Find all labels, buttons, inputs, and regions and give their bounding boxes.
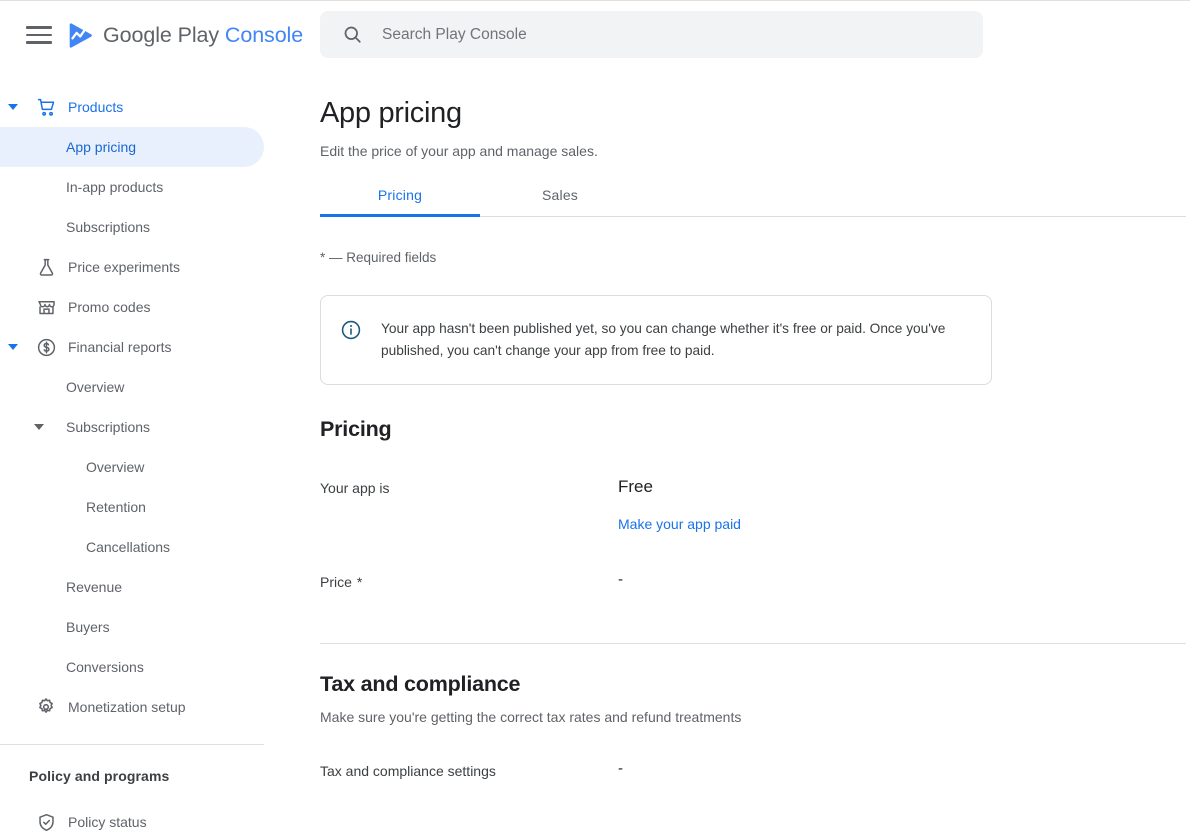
info-circle-icon bbox=[341, 320, 361, 340]
sidebar-item-buyers[interactable]: Buyers bbox=[0, 607, 296, 647]
field-label-tax-settings: Tax and compliance settings bbox=[320, 763, 496, 779]
sidebar-item-label: Subscriptions bbox=[66, 219, 151, 235]
sidebar-item-products[interactable]: Products bbox=[0, 87, 296, 127]
brand-logo-link[interactable]: Google Play Console bbox=[68, 22, 303, 48]
app-root: Google Play Console Products App pricing… bbox=[0, 1, 1190, 837]
sidebar-item-label: App pricing bbox=[66, 139, 137, 155]
chevron-down-icon[interactable] bbox=[26, 424, 52, 430]
tax-settings-value: - bbox=[618, 760, 623, 777]
search-bar[interactable] bbox=[320, 11, 983, 58]
field-value-your-app-is: Free Make your app paid bbox=[618, 477, 741, 532]
search-icon bbox=[344, 26, 361, 43]
sidebar-item-label: Monetization setup bbox=[68, 699, 186, 715]
field-tax-compliance-settings: Tax and compliance settings - bbox=[320, 760, 1190, 779]
sidebar-nav: Products App pricing In-app products Sub… bbox=[0, 69, 296, 837]
page-title: App pricing bbox=[320, 97, 462, 129]
brand-bar: Google Play Console bbox=[0, 1, 303, 69]
sidebar-item-promo-codes[interactable]: Promo codes bbox=[0, 287, 296, 327]
storefront-icon bbox=[26, 297, 66, 318]
required-fields-note: * — Required fields bbox=[320, 250, 437, 265]
page-subtitle: Edit the price of your app and manage sa… bbox=[320, 143, 598, 159]
sidebar: Google Play Console Products App pricing… bbox=[0, 1, 303, 837]
app-price-type-value: Free bbox=[618, 477, 653, 496]
brand-text-console: Console bbox=[224, 22, 304, 47]
sidebar-section-title: Policy and programs bbox=[29, 768, 170, 784]
field-your-app-is: Your app is Free Make your app paid bbox=[320, 477, 1190, 532]
sidebar-item-price-experiments[interactable]: Price experiments bbox=[0, 247, 296, 287]
sidebar-item-label: Revenue bbox=[66, 579, 123, 595]
sidebar-item-monetization-setup[interactable]: Monetization setup bbox=[0, 687, 296, 727]
search-input[interactable] bbox=[382, 25, 942, 44]
sidebar-item-financial-subscriptions[interactable]: Subscriptions bbox=[0, 407, 296, 447]
sidebar-item-label: Products bbox=[68, 99, 124, 115]
sidebar-item-conversions[interactable]: Conversions bbox=[0, 647, 296, 687]
gear-icon bbox=[26, 696, 66, 718]
tab-bar: Pricing Sales bbox=[320, 187, 1186, 217]
tab-pricing[interactable]: Pricing bbox=[320, 187, 480, 216]
sidebar-item-label: Policy status bbox=[68, 814, 147, 830]
hamburger-menu-icon[interactable] bbox=[26, 20, 52, 50]
sidebar-item-label: Financial reports bbox=[68, 339, 172, 355]
price-value: - bbox=[618, 571, 623, 588]
main-content: App pricing Edit the price of your app a… bbox=[296, 1, 1190, 837]
tab-sales[interactable]: Sales bbox=[480, 187, 640, 216]
sidebar-item-policy-status[interactable]: Policy status bbox=[0, 802, 296, 837]
search-wrap bbox=[320, 1, 1190, 58]
brand-title: Google Play Console bbox=[103, 23, 303, 48]
field-price: Price * - bbox=[320, 571, 1190, 590]
sidebar-item-label: Subscriptions bbox=[66, 419, 151, 435]
sidebar-item-label: Price experiments bbox=[68, 259, 181, 275]
sidebar-item-subscriptions-retention[interactable]: Retention bbox=[0, 487, 296, 527]
tax-section-title: Tax and compliance bbox=[320, 672, 521, 696]
shopping-cart-icon bbox=[26, 97, 66, 118]
flask-icon bbox=[26, 257, 66, 278]
info-banner-text: Your app hasn't been published yet, so y… bbox=[381, 321, 946, 358]
sidebar-item-financial-reports[interactable]: Financial reports bbox=[0, 327, 296, 367]
brand-text-google-play: Google Play bbox=[103, 22, 220, 47]
chevron-down-icon[interactable] bbox=[0, 344, 26, 350]
sidebar-item-in-app-products[interactable]: In-app products bbox=[0, 167, 296, 207]
sidebar-item-label: Buyers bbox=[66, 619, 110, 635]
sidebar-item-label: Promo codes bbox=[68, 299, 151, 315]
sidebar-item-app-pricing[interactable]: App pricing bbox=[0, 127, 264, 167]
sidebar-item-label: Retention bbox=[86, 499, 146, 515]
sidebar-item-label: Cancellations bbox=[86, 539, 171, 555]
make-app-paid-link[interactable]: Make your app paid bbox=[618, 516, 741, 532]
chevron-down-icon[interactable] bbox=[0, 104, 26, 110]
sidebar-item-subscriptions-overview[interactable]: Overview bbox=[0, 447, 296, 487]
sidebar-item-financial-overview[interactable]: Overview bbox=[0, 367, 296, 407]
sidebar-item-label: In-app products bbox=[66, 179, 164, 195]
sidebar-item-label: Overview bbox=[86, 459, 145, 475]
tax-section-subtitle: Make sure you're getting the correct tax… bbox=[320, 709, 742, 725]
sidebar-item-label: Conversions bbox=[66, 659, 144, 675]
shield-check-icon bbox=[26, 812, 66, 833]
required-asterisk: * bbox=[356, 574, 363, 590]
field-label-price: Price * bbox=[320, 571, 618, 590]
field-label-your-app-is: Your app is bbox=[320, 480, 390, 496]
sidebar-item-revenue[interactable]: Revenue bbox=[0, 567, 296, 607]
section-divider bbox=[320, 643, 1186, 644]
google-play-logo-icon bbox=[69, 23, 92, 48]
info-banner: Your app hasn't been published yet, so y… bbox=[320, 295, 992, 385]
price-label-text: Price bbox=[320, 574, 352, 590]
pricing-section-title: Pricing bbox=[320, 417, 392, 441]
sidebar-item-label: Overview bbox=[66, 379, 125, 395]
dollar-circle-icon bbox=[26, 337, 66, 358]
sidebar-item-subscriptions[interactable]: Subscriptions bbox=[0, 207, 296, 247]
sidebar-item-subscriptions-cancellations[interactable]: Cancellations bbox=[0, 527, 296, 567]
